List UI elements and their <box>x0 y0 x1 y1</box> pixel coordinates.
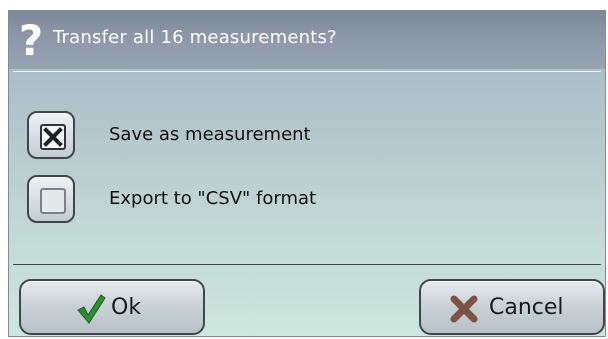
question-mark-icon: ? <box>18 16 44 65</box>
cancel-button-label: Cancel <box>489 295 564 320</box>
x-icon <box>450 295 478 323</box>
save-as-measurement-label: Save as measurement <box>109 124 311 145</box>
checkmark-icon <box>77 294 106 324</box>
checked-box-icon <box>43 127 63 147</box>
ok-button[interactable]: Ok <box>19 279 205 335</box>
buttons-divider <box>13 264 601 265</box>
save-as-measurement-checkbox[interactable] <box>27 111 75 159</box>
export-csv-label: Export to "CSV" format <box>109 188 317 209</box>
ok-button-label: Ok <box>111 295 142 320</box>
checkbox-box <box>40 124 66 150</box>
empty-box-icon <box>40 188 66 214</box>
title-divider <box>13 71 601 72</box>
export-csv-checkbox[interactable] <box>27 175 75 223</box>
transfer-dialog: ? Transfer all 16 measurements? Save as … <box>8 10 606 337</box>
dialog-titlebar: ? Transfer all 16 measurements? <box>9 11 605 69</box>
cancel-button[interactable]: Cancel <box>419 279 605 335</box>
dialog-title: Transfer all 16 measurements? <box>53 27 337 48</box>
